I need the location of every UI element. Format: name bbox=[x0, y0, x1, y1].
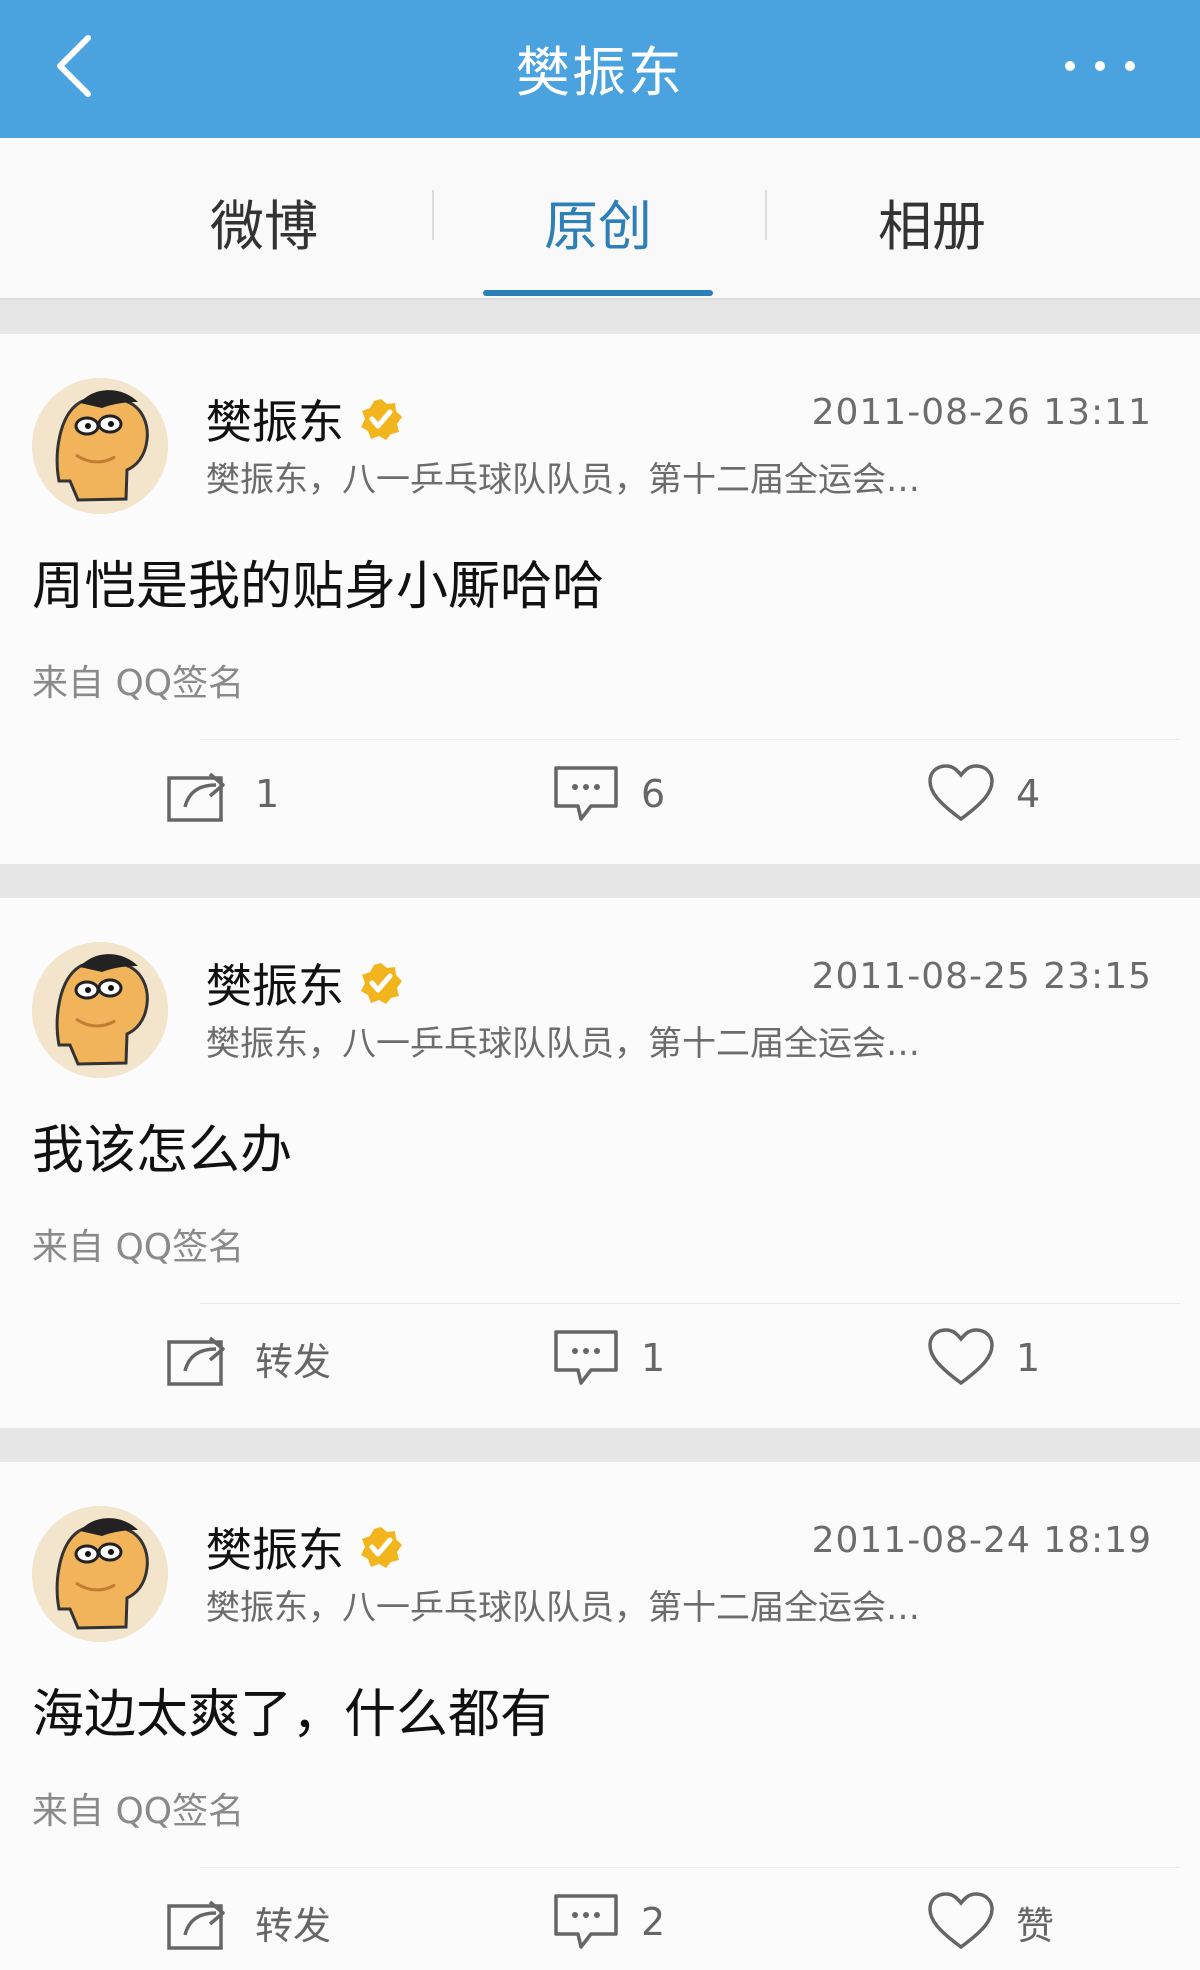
tab-weibo[interactable]: 微博 bbox=[114, 182, 414, 261]
more-options-button[interactable] bbox=[1040, 46, 1160, 86]
actions-divider bbox=[200, 739, 1180, 740]
repost-label: 转发 bbox=[255, 1903, 332, 1948]
verified-badge-icon bbox=[358, 396, 404, 442]
heart-icon bbox=[928, 1892, 994, 1950]
repost-count: 1 bbox=[255, 772, 280, 816]
post-source: 来自 QQ签名 bbox=[32, 1227, 245, 1268]
author-row: 樊振东 bbox=[206, 1514, 404, 1580]
post-card: 樊振东 2011-08-25 23:15 樊振东，八一乒乓球队队员，第十二届全运… bbox=[0, 898, 1200, 1428]
comment-count: 1 bbox=[641, 1336, 666, 1380]
tab-original[interactable]: 原创 bbox=[448, 182, 748, 261]
top-navigation-bar: 樊振东 bbox=[0, 0, 1200, 138]
repost-button[interactable]: 转发 bbox=[165, 1891, 331, 1953]
comment-button[interactable]: 6 bbox=[551, 763, 665, 825]
weibo-profile-page: 樊振东 微博 原创 相册 樊振东 2011-08-26 13:11 樊振东，八一… bbox=[0, 0, 1200, 1970]
like-count: 1 bbox=[1016, 1336, 1041, 1380]
post-time: 2011-08-25 23:15 bbox=[811, 956, 1152, 997]
comment-button[interactable]: 1 bbox=[551, 1327, 665, 1389]
tab-divider bbox=[765, 190, 767, 240]
avatar[interactable] bbox=[32, 1506, 168, 1642]
author-bio: 樊振东，八一乒乓球队队员，第十二届全运会… bbox=[206, 460, 920, 500]
verified-badge-icon bbox=[358, 960, 404, 1006]
post-time: 2011-08-26 13:11 bbox=[811, 392, 1152, 433]
cartoon-avatar-icon bbox=[32, 378, 168, 514]
author-name[interactable]: 樊振东 bbox=[206, 1514, 344, 1580]
avatar[interactable] bbox=[32, 378, 168, 514]
tab-album[interactable]: 相册 bbox=[782, 182, 1082, 261]
author-bio: 樊振东，八一乒乓球队队员，第十二届全运会… bbox=[206, 1024, 920, 1064]
tab-divider bbox=[432, 190, 434, 240]
post-text: 周恺是我的贴身小厮哈哈 bbox=[32, 557, 605, 617]
author-bio: 樊振东，八一乒乓球队队员，第十二届全运会… bbox=[206, 1588, 920, 1628]
section-gap bbox=[0, 1428, 1200, 1462]
more-dots-icon bbox=[1065, 61, 1135, 71]
repost-label: 转发 bbox=[255, 1339, 332, 1384]
like-button[interactable]: 4 bbox=[926, 763, 1040, 825]
comment-button[interactable]: 2 bbox=[551, 1891, 665, 1953]
comment-icon bbox=[554, 766, 618, 821]
like-label: 赞 bbox=[1016, 1903, 1055, 1948]
comment-count: 6 bbox=[641, 772, 666, 816]
post-source: 来自 QQ签名 bbox=[32, 663, 245, 704]
post-time: 2011-08-24 18:19 bbox=[811, 1520, 1152, 1561]
share-icon bbox=[167, 1336, 225, 1386]
repost-button[interactable]: 1 bbox=[165, 763, 279, 825]
author-row: 樊振东 bbox=[206, 386, 404, 452]
repost-button[interactable]: 转发 bbox=[165, 1327, 331, 1389]
heart-icon bbox=[928, 764, 994, 822]
active-tab-indicator bbox=[483, 290, 713, 296]
author-name[interactable]: 樊振东 bbox=[206, 950, 344, 1016]
like-button[interactable]: 1 bbox=[926, 1327, 1040, 1389]
heart-icon bbox=[928, 1328, 994, 1386]
like-button[interactable]: 赞 bbox=[926, 1891, 1054, 1953]
post-card: 樊振东 2011-08-26 13:11 樊振东，八一乒乓球队队员，第十二届全运… bbox=[0, 334, 1200, 864]
cartoon-avatar-icon bbox=[32, 942, 168, 1078]
profile-tabs: 微博 原创 相册 bbox=[0, 138, 1200, 300]
author-name[interactable]: 樊振东 bbox=[206, 386, 344, 452]
post-source: 来自 QQ签名 bbox=[32, 1791, 245, 1832]
like-count: 4 bbox=[1016, 772, 1041, 816]
comment-icon bbox=[554, 1894, 618, 1949]
section-gap bbox=[0, 864, 1200, 898]
avatar[interactable] bbox=[32, 942, 168, 1078]
section-gap bbox=[0, 300, 1200, 334]
actions-divider bbox=[200, 1303, 1180, 1304]
post-card: 樊振东 2011-08-24 18:19 樊振东，八一乒乓球队队员，第十二届全运… bbox=[0, 1462, 1200, 1970]
post-text: 海边太爽了，什么都有 bbox=[32, 1685, 553, 1745]
cartoon-avatar-icon bbox=[32, 1506, 168, 1642]
author-row: 樊振东 bbox=[206, 950, 404, 1016]
share-icon bbox=[167, 1900, 225, 1950]
page-title: 樊振东 bbox=[516, 41, 684, 104]
comment-icon bbox=[554, 1330, 618, 1385]
verified-badge-icon bbox=[358, 1524, 404, 1570]
post-text: 我该怎么办 bbox=[32, 1121, 293, 1181]
share-icon bbox=[167, 772, 225, 822]
actions-divider bbox=[200, 1867, 1180, 1868]
comment-count: 2 bbox=[641, 1900, 666, 1944]
